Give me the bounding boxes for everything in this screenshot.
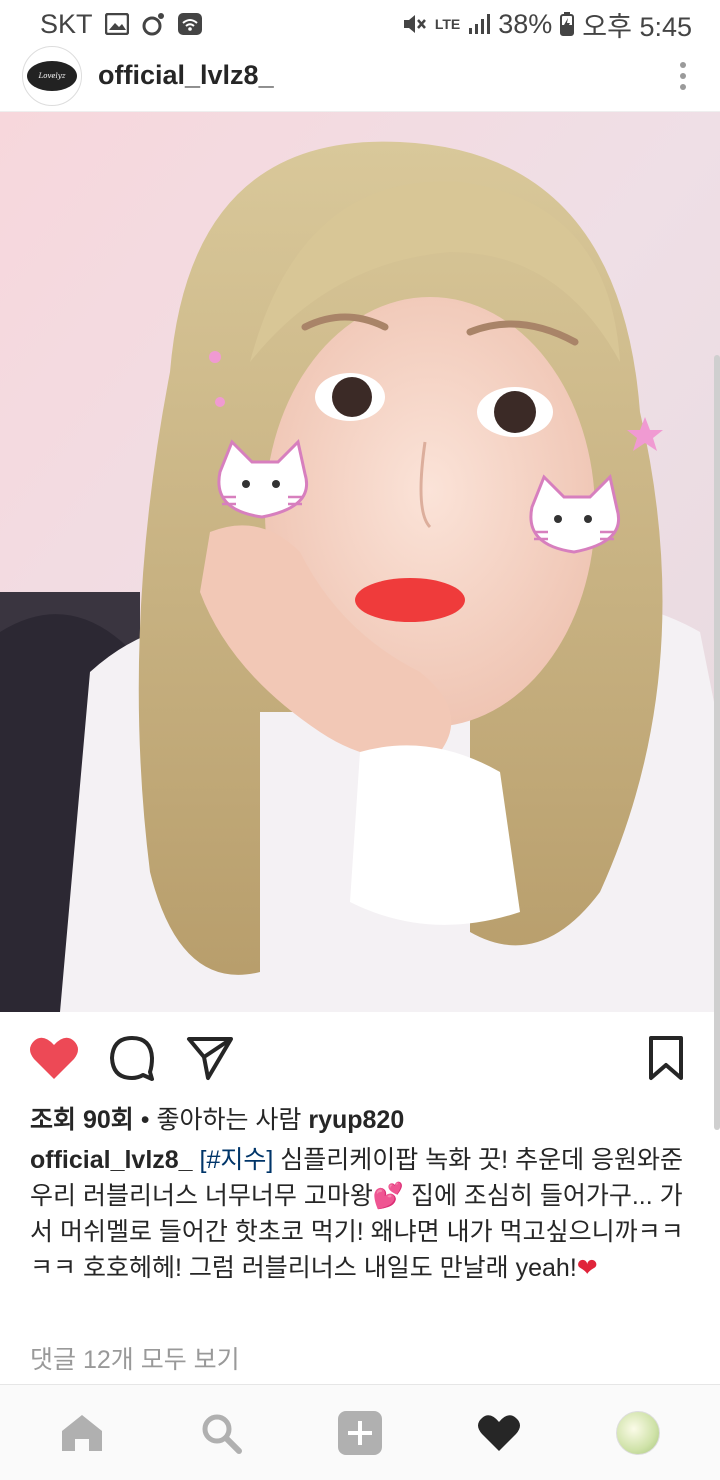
- views-line: 조회 90회 • 좋아하는 사람 ryup820: [30, 1100, 404, 1136]
- more-options-icon[interactable]: [668, 56, 698, 96]
- comment-icon[interactable]: [104, 1030, 160, 1086]
- home-icon[interactable]: [46, 1397, 118, 1469]
- mute-icon: [401, 12, 427, 36]
- activity-heart-icon[interactable]: [463, 1397, 535, 1469]
- profile-avatar-thumbnail: [616, 1410, 661, 1455]
- two-hearts-emoji: 💕: [372, 1182, 404, 1210]
- clock: 오후 5:45: [582, 11, 692, 42]
- view-all-comments-link[interactable]: 댓글 12개 모두 보기: [30, 1340, 240, 1376]
- caption-username[interactable]: official_lvlz8_: [30, 1146, 193, 1174]
- red-heart-emoji: ❤: [576, 1254, 598, 1282]
- view-count[interactable]: 조회 90회: [30, 1106, 134, 1134]
- avatar-logo: Lovelyz: [27, 60, 77, 91]
- status-left: SKT: [40, 9, 203, 40]
- post-action-bar: [0, 1022, 720, 1094]
- separator-dot: •: [140, 1106, 150, 1134]
- post-media[interactable]: [0, 112, 720, 1012]
- signal-icon: [468, 13, 491, 35]
- network-type-label: LTE: [434, 16, 461, 32]
- add-post-icon[interactable]: [324, 1397, 396, 1469]
- post-username[interactable]: official_lvlz8_: [98, 60, 274, 91]
- scrollbar[interactable]: [714, 355, 720, 1130]
- status-right: LTE 38% 오후 5:45: [401, 5, 692, 44]
- bookmark-icon[interactable]: [638, 1030, 694, 1086]
- camera-app-icon: [141, 12, 165, 36]
- gallery-icon: [104, 13, 129, 35]
- send-icon[interactable]: [182, 1030, 238, 1086]
- liked-by-prefix: 좋아하는 사람: [156, 1106, 302, 1134]
- caption-hashtag[interactable]: [#지수]: [200, 1146, 274, 1174]
- post-caption: official_lvlz8_ [#지수] 심플리케이팝 녹화 끗! 추운데 응…: [30, 1142, 700, 1286]
- battery-percent: 38%: [498, 8, 553, 39]
- battery-charging-icon: [560, 12, 575, 36]
- carrier-label: SKT: [40, 8, 93, 39]
- search-icon[interactable]: [185, 1397, 257, 1469]
- wifi-icon: [177, 12, 203, 36]
- post-video-frame: [0, 112, 720, 1012]
- profile-avatar[interactable]: Lovelyz: [22, 45, 82, 106]
- profile-tab[interactable]: [602, 1397, 674, 1469]
- post-header: Lovelyz official_lvlz8_: [0, 40, 720, 112]
- bottom-navigation: [0, 1384, 720, 1480]
- heart-filled-icon[interactable]: [26, 1030, 82, 1086]
- avatar-logo-text: Lovelyz: [38, 71, 66, 80]
- liked-by-user[interactable]: ryup820: [308, 1106, 404, 1134]
